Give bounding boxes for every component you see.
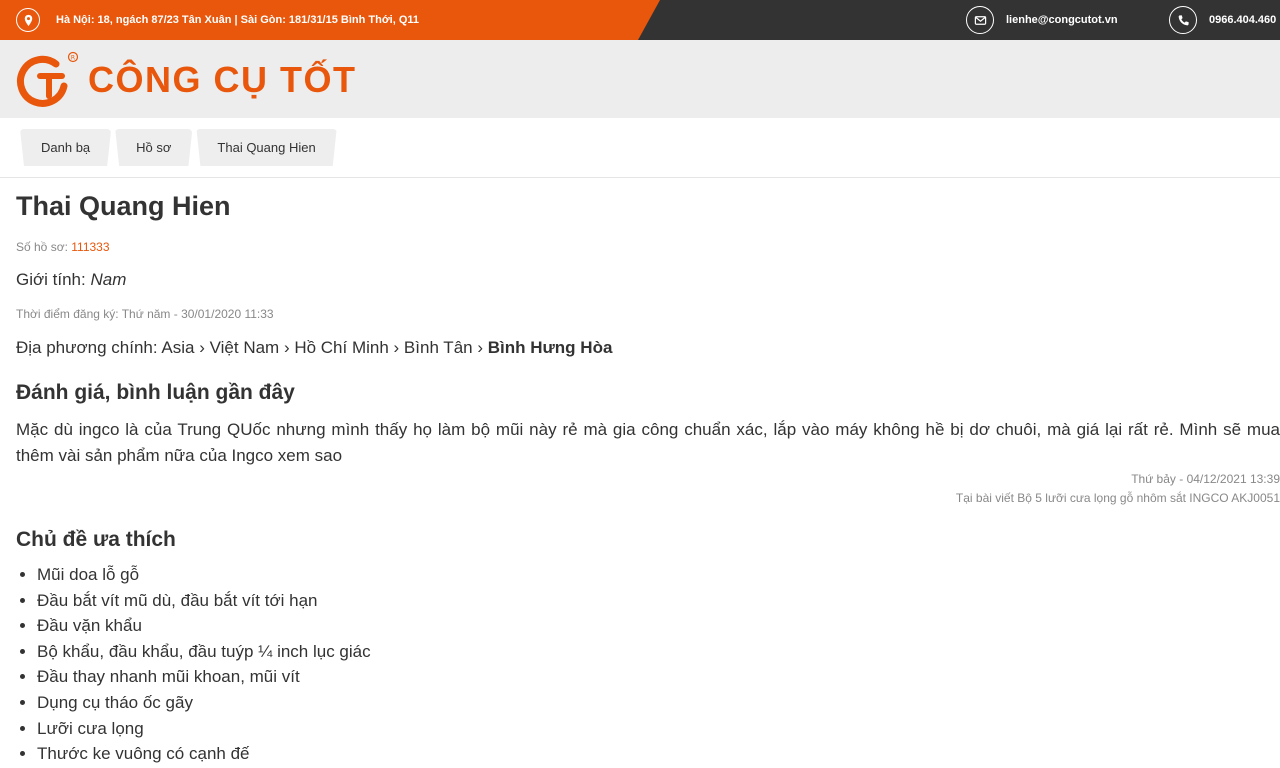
breadcrumb-item-directory[interactable]: Danh bạ (20, 129, 111, 166)
review-date: Thứ bảy - 04/12/2021 13:39 (1131, 472, 1280, 486)
profile-number-label: Số hồ sơ: (16, 240, 68, 254)
location-row: Địa phương chính: Asia › Việt Nam › Hồ C… (16, 338, 613, 357)
review-meta: Thứ bảy - 04/12/2021 13:39 Tại bài viết … (956, 470, 1280, 508)
breadcrumb: Danh bạ Hồ sơ Thai Quang Hien (20, 129, 337, 166)
location-item-current[interactable]: Bình Hưng Hòa (488, 338, 613, 357)
review-text: Mặc dù ingco là của Trung QUốc nhưng mìn… (16, 420, 1280, 465)
address-info: Hà Nội: 18, ngách 87/23 Tân Xuân | Sài G… (16, 8, 419, 32)
email-link[interactable]: lienhe@congcutot.vn (1006, 14, 1118, 26)
envelope-icon (966, 6, 994, 34)
registration-time: Thời điểm đăng ký: Thứ năm - 30/01/2020 … (16, 307, 274, 321)
list-item[interactable]: Mũi doa lỗ gỗ (37, 562, 371, 588)
list-item[interactable]: Bộ khẩu, đầu khẩu, đầu tuýp ¼ inch lục g… (37, 639, 371, 665)
phone-icon (1169, 6, 1197, 34)
phone-contact[interactable]: 0966.404.460 (1169, 6, 1276, 34)
topics-heading: Chủ đề ưa thích (16, 528, 176, 551)
list-item[interactable]: Đầu bắt vít mũ dù, đầu bắt vít tới hạn (37, 588, 371, 614)
svg-text:R: R (71, 55, 75, 62)
top-bar: Hà Nội: 18, ngách 87/23 Tân Xuân | Sài G… (0, 0, 1280, 40)
list-item[interactable]: Lưỡi cưa lọng (37, 716, 371, 742)
page-title: Thai Quang Hien (16, 191, 231, 221)
breadcrumb-item-profiles[interactable]: Hồ sơ (115, 129, 192, 166)
list-item[interactable]: Đầu vặn khẩu (37, 613, 371, 639)
phone-link[interactable]: 0966.404.460 (1209, 14, 1276, 26)
location-item[interactable]: Việt Nam (210, 338, 280, 357)
site-logo[interactable]: R CÔNG CỤ TỐT (16, 50, 356, 110)
site-header: R CÔNG CỤ TỐT (0, 40, 1280, 118)
profile-content: Thai Quang Hien Số hồ sơ: 111333 Giới tí… (16, 190, 1280, 763)
reviews-heading: Đánh giá, bình luận gần đây (16, 381, 295, 404)
address-text: Hà Nội: 18, ngách 87/23 Tân Xuân | Sài G… (56, 14, 420, 26)
location-pin-icon (16, 8, 40, 32)
gender-value: Nam (90, 270, 127, 289)
topics-list: Mũi doa lỗ gỗ Đầu bắt vít mũ dù, đầu bắt… (37, 562, 371, 767)
header-divider (0, 177, 1280, 178)
location-item[interactable]: Hồ Chí Minh (294, 338, 388, 357)
gender-label: Giới tính: (16, 270, 86, 289)
list-item[interactable]: Thước ke vuông có cạnh đế (37, 741, 371, 767)
review-article-link[interactable]: Tại bài viết Bộ 5 lưỡi cưa lọng gỗ nhôm … (956, 489, 1280, 508)
logo-text: CÔNG CỤ TỐT (88, 59, 357, 100)
gender-row: Giới tính: Nam (16, 270, 126, 290)
location-item[interactable]: Bình Tân (404, 338, 473, 357)
list-item[interactable]: Dụng cụ tháo ốc gãy (37, 690, 371, 716)
location-label: Địa phương chính: (16, 338, 158, 357)
email-contact[interactable]: lienhe@congcutot.vn (966, 6, 1118, 34)
location-item[interactable]: Asia (161, 338, 194, 357)
profile-number: Số hồ sơ: 111333 (16, 240, 110, 254)
profile-number-value: 111333 (71, 240, 110, 254)
list-item[interactable]: Đầu thay nhanh mũi khoan, mũi vít (37, 664, 371, 690)
logo-mark-icon: R (17, 51, 79, 107)
breadcrumb-item-current[interactable]: Thai Quang Hien (196, 129, 336, 166)
